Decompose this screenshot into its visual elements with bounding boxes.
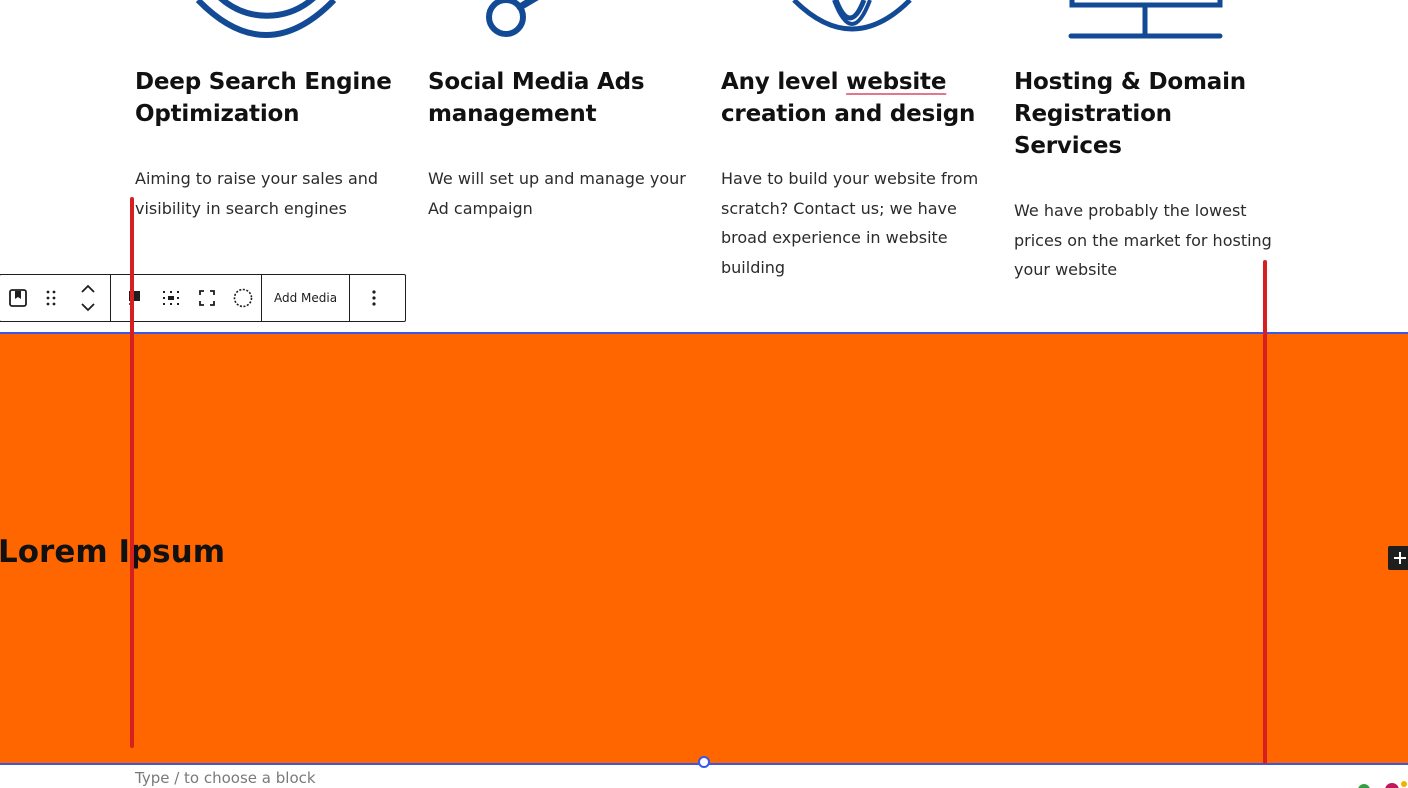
service-title-line: Social Media Ads [428,69,645,95]
full-height-button[interactable] [189,275,225,321]
service-seo[interactable]: Deep Search Engine Optimization Aiming t… [135,66,395,223]
magnifier-icon [486,0,539,37]
spellcheck-word[interactable]: website [846,69,946,95]
service-title: Deep Search Engine Optimization [135,66,395,130]
service-description: We will set up and manage your Ad campai… [428,169,686,218]
service-description: Have to build your website from scratch?… [721,169,979,277]
add-media-button[interactable]: Add Media [262,275,349,321]
move-up-down-icon [81,284,95,312]
toolbar-group-block [0,275,111,321]
duotone-button[interactable] [225,275,261,321]
service-title-line: Any level [721,69,847,95]
service-title: Hosting & Domain Registration Services [1014,66,1274,162]
service-hosting[interactable]: Hosting & Domain Registration Services W… [1014,66,1274,285]
plus-icon [1394,552,1406,564]
cover-block-button[interactable] [0,275,36,321]
annotation-line-left [130,197,134,748]
service-description: We have probably the lowest prices on th… [1014,201,1272,279]
content-position-icon [129,291,140,305]
block-editor-canvas: Deep Search Engine Optimization Aiming t… [0,0,1408,788]
more-vertical-icon [372,290,376,306]
full-height-icon [199,290,215,306]
add-block-button[interactable] [1388,546,1408,570]
drag-handle-icon [46,290,56,306]
globe-icon [792,0,912,32]
duotone-circle-icon [233,288,253,308]
drag-handle-button[interactable] [36,275,66,321]
search-engine-icon [195,0,337,38]
cover-block-icon [9,289,27,307]
toolbar-group-media: Add Media [262,275,351,321]
service-description: Aiming to raise your sales and visibilit… [135,169,379,218]
service-title-line: creation and design [721,101,976,127]
align-dots-icon [163,291,179,305]
block-placeholder[interactable]: Type / to choose a block [135,767,316,788]
service-title-line: Optimization [135,101,300,127]
service-title-line: Deep Search Engine [135,69,392,95]
service-title-line: management [428,101,597,127]
cover-heading[interactable]: Lorem Ipsum [0,532,225,572]
annotation-line-right [1263,260,1267,764]
options-button[interactable] [350,275,398,321]
service-title: Any level website creation and design [721,66,981,130]
service-website-design[interactable]: Any level website creation and design Ha… [721,66,981,282]
resize-handle[interactable] [698,756,710,768]
block-toolbar: Add Media [0,274,406,322]
move-up-down-button[interactable] [66,275,110,321]
cover-block[interactable]: Lorem Ipsum [0,332,1408,765]
monitor-icon [1068,0,1223,39]
service-title: Social Media Ads management [428,66,688,130]
service-title-line: Registration Services [1014,101,1172,159]
align-button[interactable] [153,275,189,321]
service-social-ads[interactable]: Social Media Ads management We will set … [428,66,688,223]
toolbar-group-options [350,275,398,321]
content-position-button[interactable] [117,275,153,321]
service-title-line: Hosting & Domain [1014,69,1246,95]
corner-decoration-icon [1358,781,1407,788]
